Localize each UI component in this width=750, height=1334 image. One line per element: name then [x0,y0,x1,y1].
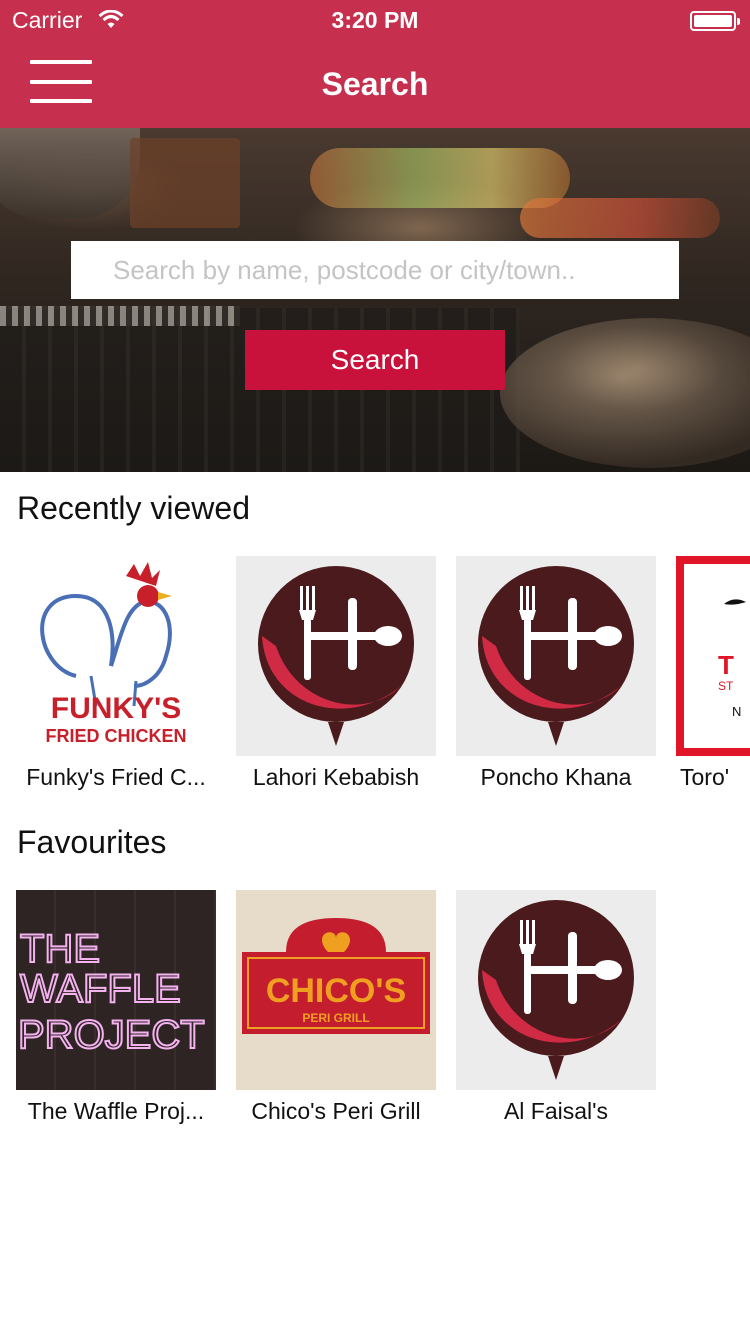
top-bar: Carrier 3:20 PM Search [0,0,750,128]
restaurant-card[interactable]: Poncho Khana [456,556,656,791]
hero-decor [130,138,240,228]
hero-decor [500,318,750,468]
fork-spoon-pin-logo [456,556,656,756]
restaurant-card[interactable]: Al Faisal's [456,890,656,1125]
restaurant-card[interactable]: Lahori Kebabish [236,556,436,791]
restaurant-card[interactable]: CHICO'S PERI GRILL Chico's Peri Grill [236,890,436,1125]
restaurant-name: Funky's Fried C... [26,764,206,790]
fork-spoon-pin-icon [478,900,634,1080]
waffle-project-logo: THE WAFFLE PROJECT [16,890,216,1090]
restaurant-name: The Waffle Proj... [27,1098,205,1124]
hero-banner [0,128,750,472]
logo-line: THE [20,927,100,971]
hero-decor [0,128,140,218]
favourites-title: Favourites [17,824,167,860]
logo-wordmark: FUNKY'S [51,692,181,725]
search-input[interactable] [71,241,679,299]
logo-wordmark: T [718,650,734,680]
battery-icon [690,11,740,31]
logo-tagline: ST [718,679,734,693]
toros-logo-graphic: T ST N [718,599,746,719]
restaurant-name: Toro' [680,764,730,790]
fork-spoon-pin-icon [258,566,414,746]
logo-tagline: PERI GRILL [302,1011,369,1025]
restaurant-name: Lahori Kebabish [252,764,420,790]
restaurant-name: Chico's Peri Grill [251,1098,421,1124]
hero-decor [520,198,720,238]
hero-decor [0,306,240,326]
fork-spoon-pin-logo [456,890,656,1090]
recently-viewed-title: Recently viewed [17,490,250,526]
funkys-fried-chicken-logo: FUNKY'S FRIED CHICKEN [16,556,216,756]
logo-tagline: FRIED CHICKEN [45,726,186,746]
toros-logo: T ST N [676,556,750,756]
restaurant-name: Al Faisal's [503,1098,609,1124]
logo-line: WAFFLE [20,967,181,1011]
neon-sign-graphic: THE WAFFLE PROJECT [17,926,206,1058]
logo-subtext: N [732,704,741,719]
rooster-icon: FUNKY'S FRIED CHICKEN [40,562,187,746]
status-time: 3:20 PM [331,7,419,33]
fork-spoon-pin-logo [236,556,436,756]
page-title: Search [321,66,429,102]
status-bar: Carrier 3:20 PM [0,0,750,40]
restaurant-card[interactable]: FUNKY'S FRIED CHICKEN Funky's Fried C... [16,556,216,791]
restaurant-card[interactable]: THE WAFFLE PROJECT The Waffle Proj... [16,890,216,1125]
search-button[interactable]: Search [245,330,505,390]
logo-line: PROJECT [18,1013,205,1057]
restaurant-name: Poncho Khana [480,764,632,790]
favourites-list[interactable]: THE WAFFLE PROJECT The Waffle Proj... CH… [0,890,750,1140]
restaurant-card[interactable]: T ST N Toro' [676,556,750,791]
menu-line [30,60,92,64]
chicos-logo-graphic: CHICO'S PERI GRILL [242,918,430,1034]
recently-viewed-list[interactable]: FUNKY'S FRIED CHICKEN Funky's Fried C...… [0,556,750,806]
fork-spoon-pin-icon [478,566,634,746]
logo-wordmark: CHICO'S [266,972,406,1010]
chicos-peri-grill-logo: CHICO'S PERI GRILL [236,890,436,1090]
